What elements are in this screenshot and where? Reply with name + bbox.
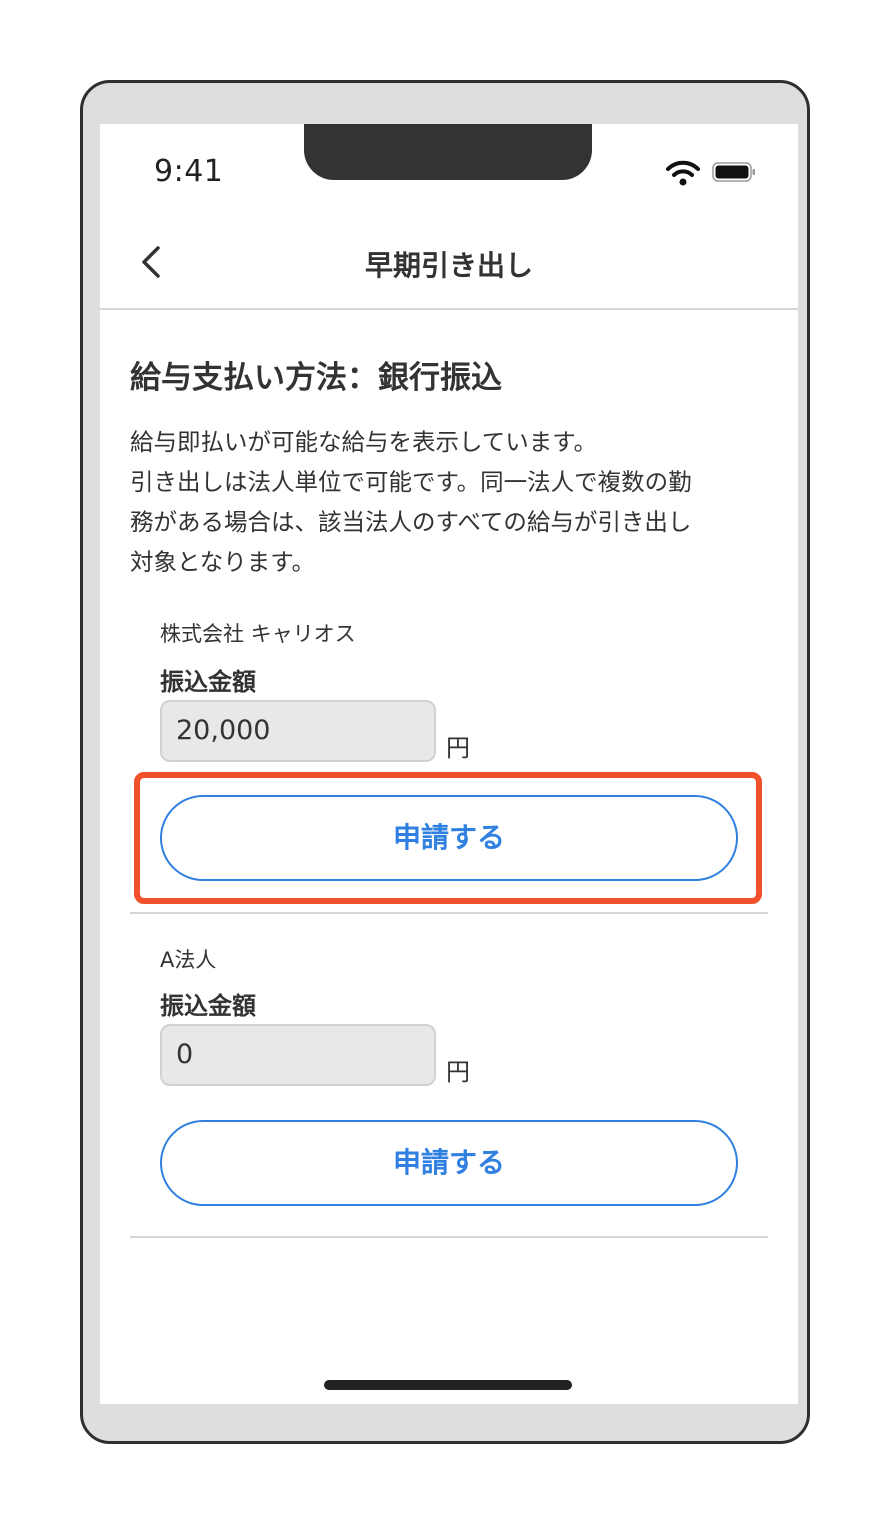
battery-icon [712,162,755,182]
status-time: 9:41 [154,154,224,189]
currency-unit: 円 [446,734,470,762]
screen: 9:41 早期引き出し 給与支払い方法：銀行振込 給与即払いが可能な給与を表示し… [100,124,798,1404]
divider [130,912,768,914]
amount-label: 振込金額 [160,992,256,1020]
currency-unit: 円 [446,1058,470,1086]
description-line: 引き出しは法人単位で可能です。同一法人で複数の勤 [130,468,692,496]
notch [304,124,592,180]
divider [130,1236,768,1238]
company-name: 株式会社 キャリオス [160,622,356,646]
amount-field: 20,000 [160,700,436,762]
description-line: 務がある場合は、該当法人のすべての給与が引き出し [130,508,692,536]
apply-button[interactable]: 申請する [160,1120,738,1206]
wifi-icon [666,160,700,186]
amount-label: 振込金額 [160,668,256,696]
description-line: 給与即払いが可能な給与を表示しています。 [130,428,597,456]
payment-method-heading: 給与支払い方法：銀行振込 [130,360,502,396]
company-name: A法人 [160,948,217,972]
nav-bar: 早期引き出し [100,224,798,310]
home-indicator [324,1380,572,1390]
description-line: 対象となります。 [130,548,315,576]
description: 給与即払いが可能な給与を表示しています。 引き出しは法人単位で可能です。同一法人… [130,422,770,582]
amount-field: 0 [160,1024,436,1086]
apply-button[interactable]: 申請する [160,795,738,881]
page-title: 早期引き出し [364,249,533,282]
